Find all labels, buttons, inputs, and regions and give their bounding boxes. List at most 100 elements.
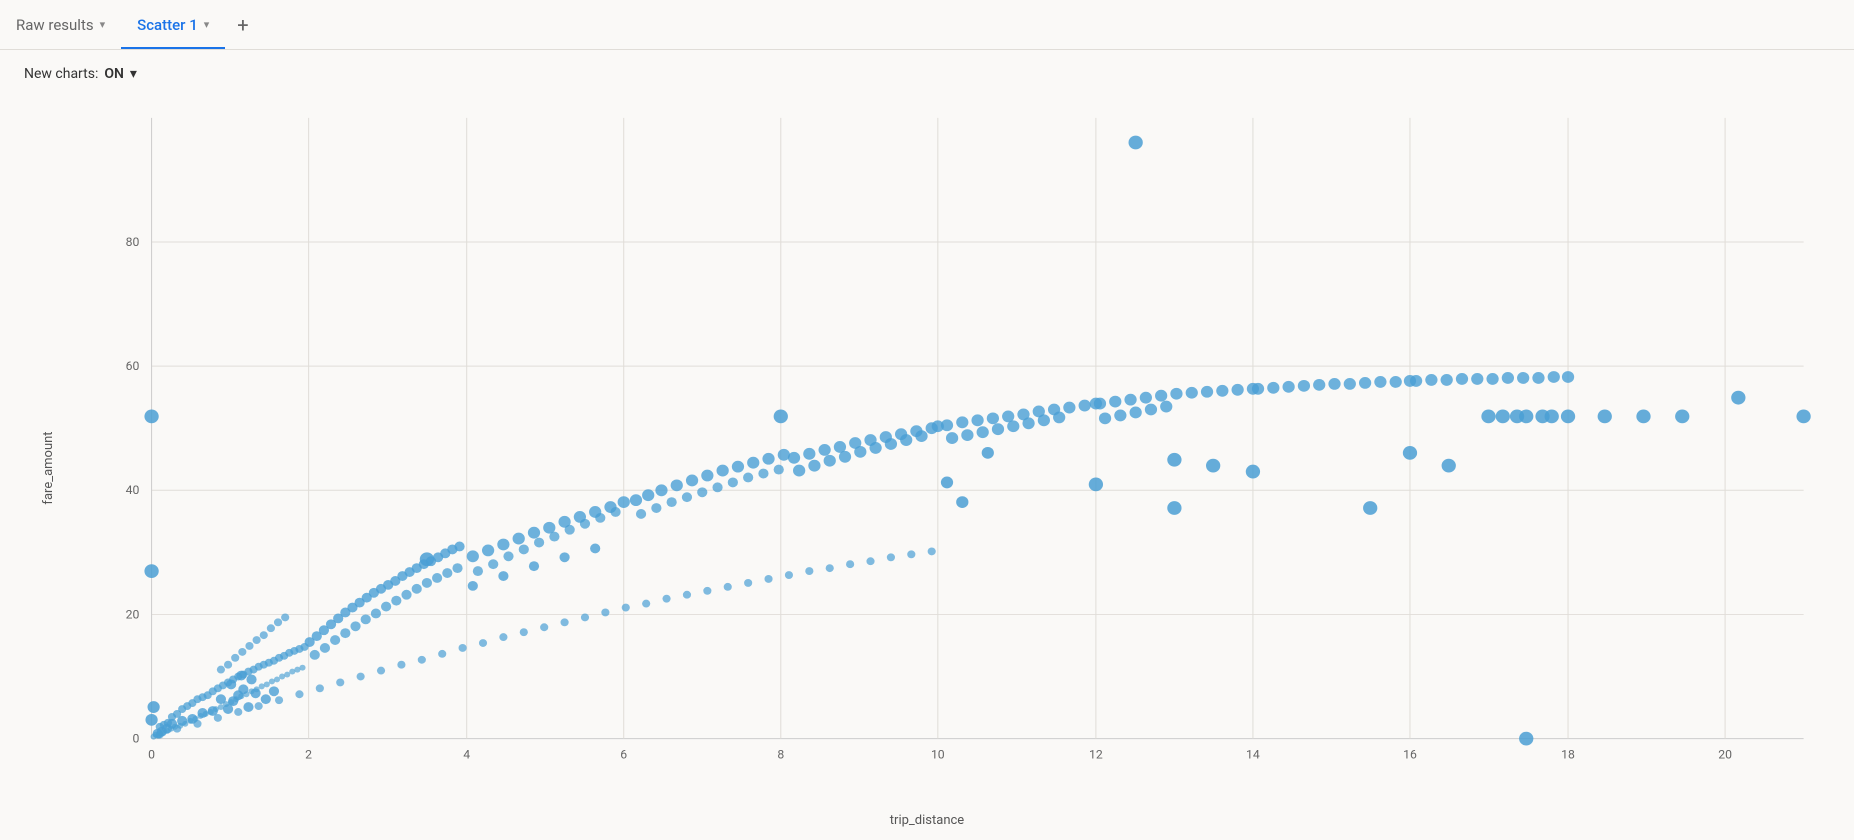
dot: [519, 544, 529, 554]
y-axis-label: fare_amount: [41, 431, 56, 504]
dot: [1232, 384, 1244, 396]
dot: [245, 642, 253, 650]
dot: [1186, 387, 1198, 399]
new-charts-label: New charts:: [24, 66, 98, 82]
dot: [1130, 407, 1142, 419]
dot: [1675, 410, 1689, 424]
x-tick-18: 18: [1561, 747, 1575, 761]
dot: [246, 675, 256, 685]
dot: [565, 525, 575, 535]
dot: [459, 644, 467, 652]
x-tick-16: 16: [1403, 747, 1417, 761]
dot: [1359, 377, 1371, 389]
dot: [1519, 732, 1533, 746]
dot: [254, 686, 260, 692]
chart-bg: [152, 118, 1804, 739]
dot: [1129, 136, 1143, 150]
dot: [1114, 410, 1126, 422]
dot: [1328, 378, 1340, 390]
dot: [1140, 392, 1152, 404]
scatter-chart: 0 20 40 60 80 0 2 4 6 8 10 12 14 16 18 2…: [70, 108, 1824, 778]
dot: [1496, 410, 1510, 424]
dot: [956, 416, 968, 428]
dot: [540, 623, 548, 631]
dot: [1124, 394, 1136, 406]
dot: [217, 666, 225, 674]
dot: [977, 426, 989, 438]
dot: [982, 447, 994, 459]
y-tick-0: 0: [132, 732, 139, 746]
dot: [595, 513, 605, 523]
tab-raw-results-label: Raw results: [16, 16, 94, 34]
dot: [253, 636, 261, 644]
dot: [826, 564, 834, 572]
dot: [774, 410, 788, 424]
dot: [992, 423, 1004, 435]
dot: [1206, 459, 1220, 473]
dot: [1532, 372, 1544, 384]
dot: [762, 453, 774, 465]
dot: [561, 618, 569, 626]
dot: [717, 465, 729, 477]
dot: [956, 496, 968, 508]
dot: [1403, 446, 1417, 460]
dot: [422, 578, 432, 588]
dot: [785, 571, 793, 579]
dot: [1425, 374, 1437, 386]
dot: [1374, 376, 1386, 388]
dot: [1053, 411, 1065, 423]
dot: [267, 624, 275, 632]
chart-container: fare_amount trip_distance: [0, 98, 1854, 838]
dot: [274, 618, 282, 626]
tab-raw-results[interactable]: Raw results ▾: [0, 0, 121, 49]
dot: [671, 479, 683, 491]
dot: [350, 621, 360, 631]
y-tick-60: 60: [126, 359, 140, 373]
dot: [498, 571, 508, 581]
x-tick-2: 2: [305, 747, 312, 761]
dot: [513, 533, 525, 545]
dot: [1145, 404, 1157, 416]
dot: [432, 573, 442, 583]
dot: [371, 609, 381, 619]
dot: [618, 496, 630, 508]
dot: [788, 452, 800, 464]
dot: [310, 650, 320, 660]
tab-scatter-1[interactable]: Scatter 1 ▾: [121, 0, 225, 49]
dot: [1517, 372, 1529, 384]
dot: [182, 721, 188, 727]
dot: [528, 527, 540, 539]
x-tick-6: 6: [620, 747, 627, 761]
dot: [941, 477, 953, 489]
dot: [454, 542, 464, 552]
dot: [946, 432, 958, 444]
dot: [1298, 380, 1310, 392]
dot: [549, 532, 559, 542]
dot: [1216, 385, 1228, 397]
dot: [208, 709, 214, 715]
dot: [442, 568, 452, 578]
dot: [774, 465, 784, 475]
dot: [1007, 420, 1019, 432]
dot: [228, 699, 234, 705]
tab-bar: Raw results ▾ Scatter 1 ▾ +: [0, 0, 1854, 50]
dot: [452, 563, 462, 573]
dot: [144, 564, 158, 578]
dot: [231, 654, 239, 662]
new-charts-toggle[interactable]: New charts: ON ▾: [16, 62, 145, 86]
dot: [662, 595, 670, 603]
tab-scatter-1-chevron: ▾: [204, 18, 210, 31]
dot: [703, 587, 711, 595]
dot: [1155, 390, 1167, 402]
dot: [1456, 373, 1468, 385]
dot: [630, 494, 642, 506]
dot: [1344, 378, 1356, 390]
dot: [987, 412, 999, 424]
dot: [1267, 382, 1279, 394]
dot: [275, 696, 283, 704]
dot: [1363, 501, 1377, 515]
dot: [1731, 391, 1745, 405]
x-tick-4: 4: [463, 747, 470, 761]
add-tab-button[interactable]: +: [225, 0, 260, 49]
dot: [728, 477, 738, 487]
